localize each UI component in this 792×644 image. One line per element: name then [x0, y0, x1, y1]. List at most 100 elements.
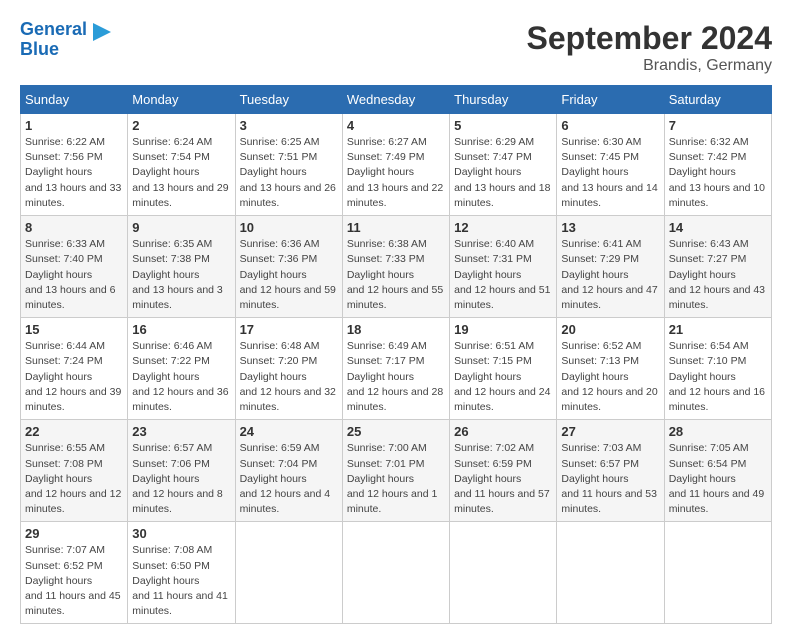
logo-arrow-icon [91, 21, 113, 43]
month-title: September 2024 [527, 20, 772, 57]
day-info: Sunrise: 6:59 AM Sunset: 7:04 PM Dayligh… [240, 441, 338, 517]
calendar-table: Sunday Monday Tuesday Wednesday Thursday… [20, 85, 772, 624]
day-info: Sunrise: 6:48 AM Sunset: 7:20 PM Dayligh… [240, 339, 338, 415]
day-info: Sunrise: 6:22 AM Sunset: 7:56 PM Dayligh… [25, 135, 123, 211]
day-info: Sunrise: 7:05 AM Sunset: 6:54 PM Dayligh… [669, 441, 767, 517]
table-row: 9 Sunrise: 6:35 AM Sunset: 7:38 PM Dayli… [128, 216, 235, 318]
day-info: Sunrise: 6:32 AM Sunset: 7:42 PM Dayligh… [669, 135, 767, 211]
calendar-week-row: 22 Sunrise: 6:55 AM Sunset: 7:08 PM Dayl… [21, 420, 772, 522]
table-row: 29 Sunrise: 7:07 AM Sunset: 6:52 PM Dayl… [21, 522, 128, 624]
col-wednesday: Wednesday [342, 86, 449, 114]
table-row: 10 Sunrise: 6:36 AM Sunset: 7:36 PM Dayl… [235, 216, 342, 318]
table-row: 20 Sunrise: 6:52 AM Sunset: 7:13 PM Dayl… [557, 318, 664, 420]
day-number: 9 [132, 220, 230, 235]
day-number: 8 [25, 220, 123, 235]
calendar-week-row: 29 Sunrise: 7:07 AM Sunset: 6:52 PM Dayl… [21, 522, 772, 624]
empty-cell [664, 522, 771, 624]
day-info: Sunrise: 6:41 AM Sunset: 7:29 PM Dayligh… [561, 237, 659, 313]
col-tuesday: Tuesday [235, 86, 342, 114]
table-row: 3 Sunrise: 6:25 AM Sunset: 7:51 PM Dayli… [235, 114, 342, 216]
day-info: Sunrise: 6:35 AM Sunset: 7:38 PM Dayligh… [132, 237, 230, 313]
table-row: 8 Sunrise: 6:33 AM Sunset: 7:40 PM Dayli… [21, 216, 128, 318]
table-row: 15 Sunrise: 6:44 AM Sunset: 7:24 PM Dayl… [21, 318, 128, 420]
title-section: September 2024 Brandis, Germany [527, 20, 772, 75]
day-number: 4 [347, 118, 445, 133]
day-info: Sunrise: 6:49 AM Sunset: 7:17 PM Dayligh… [347, 339, 445, 415]
day-info: Sunrise: 6:55 AM Sunset: 7:08 PM Dayligh… [25, 441, 123, 517]
day-number: 11 [347, 220, 445, 235]
day-number: 17 [240, 322, 338, 337]
day-number: 10 [240, 220, 338, 235]
table-row: 22 Sunrise: 6:55 AM Sunset: 7:08 PM Dayl… [21, 420, 128, 522]
table-row: 5 Sunrise: 6:29 AM Sunset: 7:47 PM Dayli… [450, 114, 557, 216]
empty-cell [450, 522, 557, 624]
table-row: 30 Sunrise: 7:08 AM Sunset: 6:50 PM Dayl… [128, 522, 235, 624]
day-number: 23 [132, 424, 230, 439]
day-number: 26 [454, 424, 552, 439]
col-saturday: Saturday [664, 86, 771, 114]
table-row: 2 Sunrise: 6:24 AM Sunset: 7:54 PM Dayli… [128, 114, 235, 216]
table-row: 4 Sunrise: 6:27 AM Sunset: 7:49 PM Dayli… [342, 114, 449, 216]
table-row: 21 Sunrise: 6:54 AM Sunset: 7:10 PM Dayl… [664, 318, 771, 420]
logo-text: GeneralBlue [20, 20, 87, 60]
day-number: 5 [454, 118, 552, 133]
table-row: 26 Sunrise: 7:02 AM Sunset: 6:59 PM Dayl… [450, 420, 557, 522]
day-number: 19 [454, 322, 552, 337]
day-number: 13 [561, 220, 659, 235]
day-number: 12 [454, 220, 552, 235]
day-info: Sunrise: 6:52 AM Sunset: 7:13 PM Dayligh… [561, 339, 659, 415]
day-info: Sunrise: 7:07 AM Sunset: 6:52 PM Dayligh… [25, 543, 123, 619]
day-number: 15 [25, 322, 123, 337]
day-number: 21 [669, 322, 767, 337]
day-number: 22 [25, 424, 123, 439]
day-number: 18 [347, 322, 445, 337]
day-info: Sunrise: 6:30 AM Sunset: 7:45 PM Dayligh… [561, 135, 659, 211]
table-row: 18 Sunrise: 6:49 AM Sunset: 7:17 PM Dayl… [342, 318, 449, 420]
day-info: Sunrise: 7:02 AM Sunset: 6:59 PM Dayligh… [454, 441, 552, 517]
table-row: 17 Sunrise: 6:48 AM Sunset: 7:20 PM Dayl… [235, 318, 342, 420]
col-monday: Monday [128, 86, 235, 114]
day-info: Sunrise: 6:33 AM Sunset: 7:40 PM Dayligh… [25, 237, 123, 313]
day-info: Sunrise: 6:46 AM Sunset: 7:22 PM Dayligh… [132, 339, 230, 415]
day-info: Sunrise: 6:29 AM Sunset: 7:47 PM Dayligh… [454, 135, 552, 211]
col-thursday: Thursday [450, 86, 557, 114]
day-info: Sunrise: 6:27 AM Sunset: 7:49 PM Dayligh… [347, 135, 445, 211]
logo: GeneralBlue [20, 20, 113, 60]
page-header: GeneralBlue September 2024 Brandis, Germ… [20, 20, 772, 75]
empty-cell [235, 522, 342, 624]
table-row: 24 Sunrise: 6:59 AM Sunset: 7:04 PM Dayl… [235, 420, 342, 522]
day-number: 25 [347, 424, 445, 439]
day-number: 28 [669, 424, 767, 439]
day-info: Sunrise: 6:38 AM Sunset: 7:33 PM Dayligh… [347, 237, 445, 313]
day-number: 16 [132, 322, 230, 337]
table-row: 12 Sunrise: 6:40 AM Sunset: 7:31 PM Dayl… [450, 216, 557, 318]
col-sunday: Sunday [21, 86, 128, 114]
day-number: 7 [669, 118, 767, 133]
calendar-header-row: Sunday Monday Tuesday Wednesday Thursday… [21, 86, 772, 114]
day-info: Sunrise: 6:25 AM Sunset: 7:51 PM Dayligh… [240, 135, 338, 211]
day-number: 20 [561, 322, 659, 337]
calendar-week-row: 8 Sunrise: 6:33 AM Sunset: 7:40 PM Dayli… [21, 216, 772, 318]
day-number: 27 [561, 424, 659, 439]
location: Brandis, Germany [527, 57, 772, 75]
day-number: 1 [25, 118, 123, 133]
day-number: 29 [25, 526, 123, 541]
day-info: Sunrise: 6:51 AM Sunset: 7:15 PM Dayligh… [454, 339, 552, 415]
day-number: 3 [240, 118, 338, 133]
col-friday: Friday [557, 86, 664, 114]
table-row: 7 Sunrise: 6:32 AM Sunset: 7:42 PM Dayli… [664, 114, 771, 216]
day-info: Sunrise: 6:43 AM Sunset: 7:27 PM Dayligh… [669, 237, 767, 313]
day-info: Sunrise: 7:03 AM Sunset: 6:57 PM Dayligh… [561, 441, 659, 517]
day-info: Sunrise: 6:24 AM Sunset: 7:54 PM Dayligh… [132, 135, 230, 211]
empty-cell [342, 522, 449, 624]
day-info: Sunrise: 6:36 AM Sunset: 7:36 PM Dayligh… [240, 237, 338, 313]
day-number: 24 [240, 424, 338, 439]
empty-cell [557, 522, 664, 624]
table-row: 14 Sunrise: 6:43 AM Sunset: 7:27 PM Dayl… [664, 216, 771, 318]
table-row: 28 Sunrise: 7:05 AM Sunset: 6:54 PM Dayl… [664, 420, 771, 522]
table-row: 23 Sunrise: 6:57 AM Sunset: 7:06 PM Dayl… [128, 420, 235, 522]
table-row: 27 Sunrise: 7:03 AM Sunset: 6:57 PM Dayl… [557, 420, 664, 522]
table-row: 16 Sunrise: 6:46 AM Sunset: 7:22 PM Dayl… [128, 318, 235, 420]
calendar-week-row: 15 Sunrise: 6:44 AM Sunset: 7:24 PM Dayl… [21, 318, 772, 420]
day-info: Sunrise: 6:40 AM Sunset: 7:31 PM Dayligh… [454, 237, 552, 313]
